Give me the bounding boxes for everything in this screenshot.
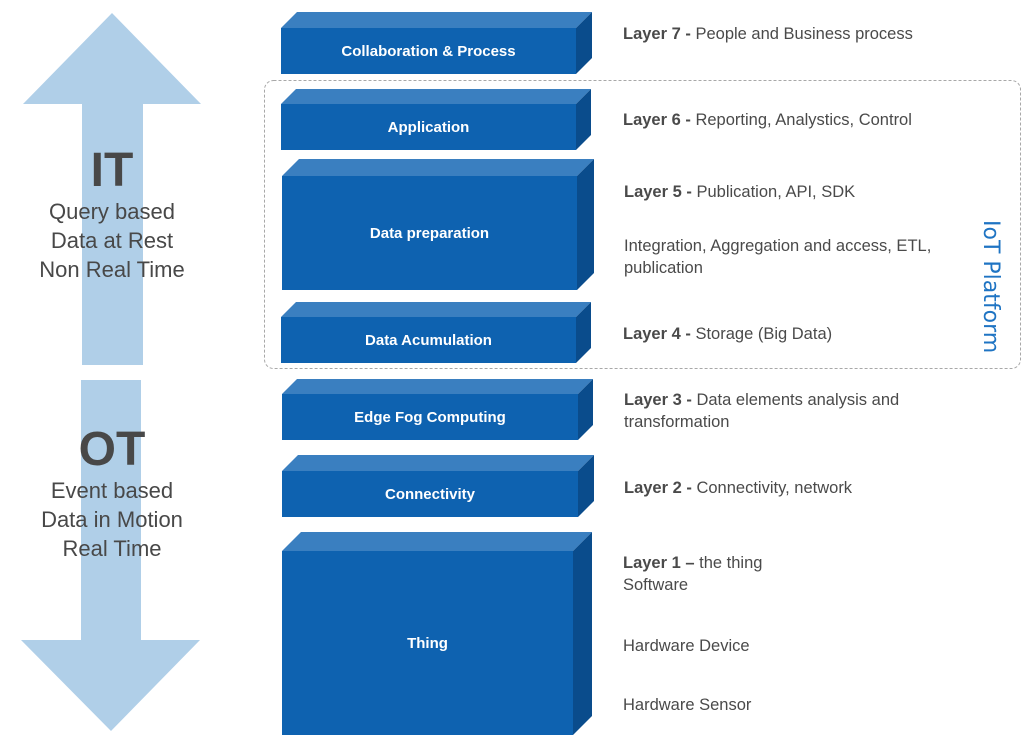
layer1-text: the thing xyxy=(699,554,763,572)
blocks-layer: Collaboration & Process Application Data p… xyxy=(281,12,594,735)
block-side-face xyxy=(573,532,592,735)
layer7-description: Layer 7 - People and Business process xyxy=(623,23,913,45)
layer5-extra-line2: publication xyxy=(624,259,703,277)
layer3-text-line2: transformation xyxy=(624,413,730,431)
it-title: IT xyxy=(90,144,134,197)
it-line-query-based: Query based xyxy=(49,199,175,224)
layer3-title: Layer 3 - xyxy=(624,391,697,409)
block-top-face xyxy=(282,455,594,471)
ot-line-real-time: Real Time xyxy=(62,536,162,561)
block-side-face xyxy=(577,159,594,290)
layer-block: Collaboration & Process xyxy=(281,12,592,74)
block-label: Edge Fog Computing xyxy=(354,409,506,426)
layer3-description: Layer 3 - Data elements analysis and tra… xyxy=(624,389,899,433)
layer4-text: Storage (Big Data) xyxy=(695,325,833,343)
block-label: Connectivity xyxy=(385,486,476,503)
layer1-description: Layer 1 – the thing Software xyxy=(623,552,762,596)
it-line-non-real-time: Non Real Time xyxy=(39,257,185,282)
layer-block: Connectivity xyxy=(282,455,594,517)
block-label: Thing xyxy=(407,635,448,652)
it-line-data-at-rest: Data at Rest xyxy=(50,228,174,253)
layer5-title: Layer 5 - xyxy=(624,183,697,201)
layer4-title: Layer 4 - xyxy=(623,325,696,343)
layer1-title: Layer 1 – xyxy=(623,554,700,572)
layer-block: Data preparation xyxy=(282,159,594,290)
layer2-description: Layer 2 - Connectivity, network xyxy=(624,477,852,499)
layer1-software: Software xyxy=(623,576,689,594)
iot-platform-label: IoT Platform xyxy=(978,220,1003,354)
layer6-title: Layer 6 - xyxy=(623,111,696,129)
layer2-title: Layer 2 - xyxy=(624,479,697,497)
block-top-face xyxy=(281,302,591,317)
block-label: Application xyxy=(388,119,470,136)
it-section: IT Query based Data at Rest Non Real Tim… xyxy=(0,145,224,284)
layer7-title: Layer 7 - xyxy=(623,25,696,43)
layer1-hardware-device: Hardware Device xyxy=(623,637,750,655)
block-top-face xyxy=(282,532,592,551)
layer7-text: People and Business process xyxy=(695,25,913,43)
block-label: Data Acumulation xyxy=(365,332,492,349)
layer6-text: Reporting, Analystics, Control xyxy=(695,111,912,129)
block-top-face xyxy=(281,89,591,104)
block-label: Collaboration & Process xyxy=(341,43,515,60)
layer3-text: Data elements analysis and xyxy=(696,391,900,409)
iot-platform-label-wrap: IoT Platform xyxy=(975,220,1003,360)
layer5-extra-line1: Integration, Aggregation and access, ETL… xyxy=(624,237,932,255)
layer-block: Edge Fog Computing xyxy=(282,379,593,440)
ot-line-event-based: Event based xyxy=(50,478,174,503)
layer5-description: Layer 5 - Publication, API, SDK xyxy=(624,181,855,203)
layer5-text: Publication, API, SDK xyxy=(696,183,856,201)
ot-title: OT xyxy=(78,423,146,476)
layer-block: Data Acumulation xyxy=(281,302,591,363)
block-top-face xyxy=(282,159,594,176)
layer4-description: Layer 4 - Storage (Big Data) xyxy=(623,323,832,345)
layer-block: Thing xyxy=(282,532,592,735)
layer2-text: Connectivity, network xyxy=(696,479,853,497)
block-top-face xyxy=(281,12,592,28)
ot-line-data-in-motion: Data in Motion xyxy=(41,507,183,532)
layer-block: Application xyxy=(281,89,591,150)
ot-section: OT Event based Data in Motion Real Time xyxy=(0,424,224,563)
layer1-hardware-sensor: Hardware Sensor xyxy=(623,696,752,714)
layer6-description: Layer 6 - Reporting, Analystics, Control xyxy=(623,109,912,131)
block-label: Data preparation xyxy=(370,225,489,242)
layer5-extra-description: Integration, Aggregation and access, ETL… xyxy=(624,235,931,279)
block-top-face xyxy=(282,379,593,394)
